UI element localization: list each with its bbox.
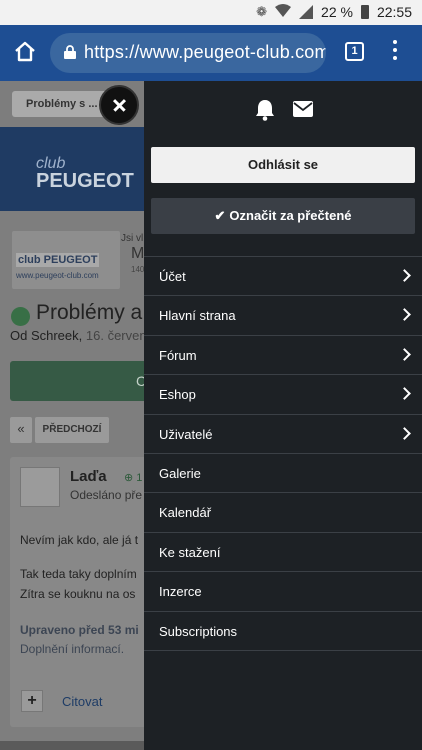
mark-read-button[interactable]: ✔ Označit za přečtené <box>151 198 415 234</box>
chevron-right-icon <box>398 308 411 322</box>
first-page-button[interactable]: « <box>10 417 32 443</box>
url-field[interactable]: https://www.peugeot-club.com/t <box>50 33 326 73</box>
nav-item-ucet[interactable]: Účet <box>144 257 422 297</box>
thread-date: 16. červen <box>85 328 147 343</box>
thread-title: Problémy a c <box>36 301 159 324</box>
crest-brand: club PEUGEOT <box>16 253 100 267</box>
bell-icon[interactable] <box>255 99 275 121</box>
header-small: 140 <box>131 265 145 274</box>
post-text-line-2: Tak teda taky doplním <box>20 567 137 581</box>
browser-toolbar: https://www.peugeot-club.com/t 1 <box>0 25 422 81</box>
site-logo[interactable]: club PEUGEOT <box>36 155 136 195</box>
footer-strip <box>0 741 150 750</box>
page-content: club PEUGEOT www.peugeot-club.com Jsi vl… <box>0 211 159 750</box>
mark-read-label: Označit za přečtené <box>229 208 352 223</box>
thread-meta: Od Schreek, 16. červen <box>10 328 147 343</box>
bluetooth-icon: ❁ <box>256 4 268 19</box>
home-icon[interactable] <box>12 39 38 65</box>
chevron-right-icon <box>398 426 411 440</box>
battery-icon <box>360 5 369 19</box>
quote-button[interactable]: Citovat <box>62 694 102 709</box>
logout-button[interactable]: Odhlásit se <box>151 147 415 183</box>
chevron-right-icon <box>398 347 411 361</box>
drawer-nav: Účet Hlavní strana Fórum Eshop Uživatelé… <box>144 256 422 651</box>
nav-item-label: Inzerce <box>159 584 202 600</box>
nav-item-ke-stazeni[interactable]: Ke stažení <box>144 533 422 573</box>
check-icon: ✔ <box>214 208 226 223</box>
nav-item-forum[interactable]: Fórum <box>144 336 422 376</box>
mail-icon[interactable] <box>293 101 313 117</box>
menu-dots-icon[interactable] <box>392 40 398 64</box>
nav-item-label: Galerie <box>159 465 201 481</box>
close-icon[interactable] <box>99 85 139 125</box>
status-bar: ❁ 22 % 22:55 <box>0 0 422 25</box>
nav-item-galerie[interactable]: Galerie <box>144 454 422 494</box>
nav-item-label: Fórum <box>159 347 197 363</box>
logo-brand: PEUGEOT <box>36 170 134 192</box>
url-host: https://www.peugeot-club.com/ <box>84 42 326 62</box>
reputation-count: 1 <box>136 472 143 484</box>
nav-item-kalendar[interactable]: Kalendář <box>144 493 422 533</box>
club-crest: club PEUGEOT www.peugeot-club.com <box>12 231 120 289</box>
tabs-icon[interactable]: 1 <box>345 42 364 61</box>
site-banner: club PEUGEOT <box>0 127 150 211</box>
lock-icon <box>64 45 76 59</box>
post-timestamp: Odesláno pře <box>70 488 143 502</box>
pin-icon <box>11 307 30 326</box>
battery-percent: 22 % <box>321 4 353 20</box>
nav-item-hlavni-strana[interactable]: Hlavní strana <box>144 296 422 336</box>
post-text-line-1: Nevím jak kdo, ale já t <box>20 533 139 547</box>
nav-item-label: Subscriptions <box>159 623 238 639</box>
breadcrumb[interactable]: Problémy s ... <box>12 91 108 117</box>
chevron-right-icon <box>398 269 411 282</box>
green-action-button[interactable]: C <box>10 361 150 401</box>
post-card: Laďa ⊕ 1 Odesláno pře Nevím jak kdo, ale… <box>10 457 150 727</box>
header-letter: M <box>131 245 145 262</box>
avatar[interactable] <box>20 467 60 507</box>
clock: 22:55 <box>376 4 412 20</box>
nav-item-label: Kalendář <box>159 505 212 521</box>
wifi-icon <box>275 4 292 20</box>
nav-item-label: Hlavní strana <box>159 308 236 324</box>
multiquote-button[interactable]: + <box>21 690 43 712</box>
header-fragment: Jsi vl <box>121 233 144 244</box>
crest-url: www.peugeot-club.com <box>16 271 99 280</box>
edit-reason: Doplnění informací. <box>20 642 125 656</box>
nav-item-eshop[interactable]: Eshop <box>144 375 422 415</box>
edited-note: Upraveno před 53 mi <box>20 623 139 637</box>
nav-item-label: Ke stažení <box>159 544 221 560</box>
prev-page-button[interactable]: PŘEDCHOZÍ <box>35 417 109 443</box>
nav-item-inzerce[interactable]: Inzerce <box>144 572 422 612</box>
drawer-header <box>144 81 422 143</box>
url-text: https://www.peugeot-club.com/t <box>84 42 326 63</box>
nav-item-uzivatele[interactable]: Uživatelé <box>144 415 422 454</box>
signal-icon <box>299 5 314 19</box>
nav-item-label: Účet <box>159 269 186 284</box>
nav-drawer: Odhlásit se ✔ Označit za přečtené Účet Hl… <box>144 81 422 750</box>
post-text-line-3: Zítra se kouknu na os <box>20 587 136 601</box>
post-username[interactable]: Laďa <box>70 468 107 485</box>
chevron-right-icon <box>398 387 411 401</box>
thread-author[interactable]: Od Schreek, <box>10 328 82 343</box>
nav-item-label: Uživatelé <box>159 426 213 442</box>
nav-item-label: Eshop <box>159 387 196 403</box>
nav-item-subscriptions[interactable]: Subscriptions <box>144 612 422 651</box>
reputation-badge: ⊕ 1 <box>124 472 143 484</box>
